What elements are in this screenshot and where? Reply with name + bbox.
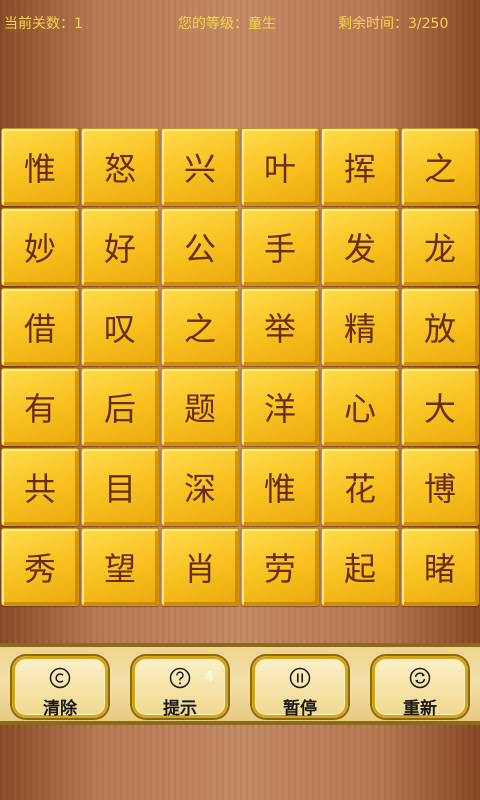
pause-button[interactable]: 暂停	[252, 656, 348, 719]
character-tile[interactable]: 妙	[1, 208, 79, 286]
character-tile[interactable]: 挥	[321, 128, 399, 206]
character-tile[interactable]: 之	[161, 288, 239, 366]
action-toolbar: 清除 4 提示 暂停 重新	[0, 643, 480, 725]
character-tile[interactable]: 叶	[241, 128, 319, 206]
restart-button-label: 重新	[403, 699, 437, 719]
character-tile[interactable]: 发	[321, 208, 399, 286]
character-tile[interactable]: 精	[321, 288, 399, 366]
rank-indicator: 您的等级：童生	[178, 16, 276, 32]
character-tile[interactable]: 好	[81, 208, 159, 286]
character-tile[interactable]: 题	[161, 368, 239, 446]
character-tile[interactable]: 目	[81, 448, 159, 526]
character-board: 惟 怒 兴 叶 挥 之 妙 好 公 手 发 龙 借 叹 之 举 精 放 有 后 …	[0, 127, 480, 607]
time-remaining: 剩余时间：3/250	[338, 16, 449, 32]
character-tile[interactable]: 共	[1, 448, 79, 526]
character-tile[interactable]: 劳	[241, 528, 319, 606]
clear-button[interactable]: 清除	[12, 656, 108, 719]
character-tile[interactable]: 之	[401, 128, 479, 206]
character-tile[interactable]: 借	[1, 288, 79, 366]
character-tile[interactable]: 惟	[1, 128, 79, 206]
hint-button[interactable]: 4 提示	[132, 656, 228, 719]
character-tile[interactable]: 博	[401, 448, 479, 526]
hint-button-label: 提示	[163, 699, 197, 719]
character-tile[interactable]: 洋	[241, 368, 319, 446]
hint-count: 4	[205, 670, 214, 685]
character-tile[interactable]: 起	[321, 528, 399, 606]
character-tile[interactable]: 望	[81, 528, 159, 606]
status-bar: 当前关数：1 您的等级：童生 剩余时间：3/250	[0, 0, 480, 44]
character-tile[interactable]: 放	[401, 288, 479, 366]
character-tile[interactable]: 惟	[241, 448, 319, 526]
character-tile[interactable]: 举	[241, 288, 319, 366]
character-tile[interactable]: 怒	[81, 128, 159, 206]
character-tile[interactable]: 心	[321, 368, 399, 446]
pause-button-label: 暂停	[283, 699, 317, 719]
copyright-icon	[49, 667, 71, 689]
character-tile[interactable]: 兴	[161, 128, 239, 206]
character-tile[interactable]: 深	[161, 448, 239, 526]
level-indicator: 当前关数：1	[4, 16, 83, 32]
character-tile[interactable]: 后	[81, 368, 159, 446]
character-tile[interactable]: 大	[401, 368, 479, 446]
restart-button[interactable]: 重新	[372, 656, 468, 719]
character-tile[interactable]: 肖	[161, 528, 239, 606]
character-tile[interactable]: 花	[321, 448, 399, 526]
character-tile[interactable]: 有	[1, 368, 79, 446]
character-tile[interactable]: 秀	[1, 528, 79, 606]
clear-button-label: 清除	[43, 699, 77, 719]
refresh-icon	[409, 667, 431, 689]
character-tile[interactable]: 公	[161, 208, 239, 286]
character-tile[interactable]: 睹	[401, 528, 479, 606]
character-tile[interactable]: 叹	[81, 288, 159, 366]
question-icon	[169, 667, 191, 689]
pause-icon	[289, 667, 311, 689]
character-tile[interactable]: 龙	[401, 208, 479, 286]
character-tile[interactable]: 手	[241, 208, 319, 286]
